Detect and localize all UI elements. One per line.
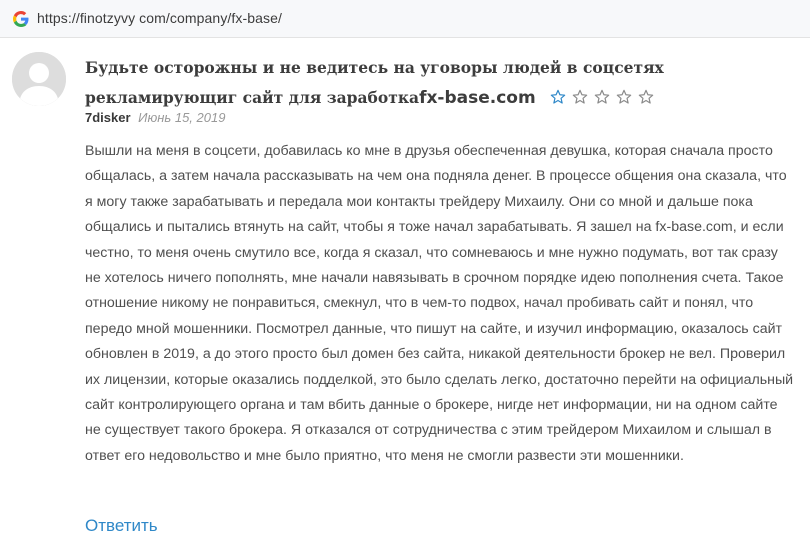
rating-stars <box>550 85 660 115</box>
user-silhouette-icon <box>12 52 66 106</box>
google-icon <box>13 11 29 27</box>
review-date: Июнь 15, 2019 <box>138 110 226 125</box>
star-empty-icon[interactable] <box>616 89 632 105</box>
url-text[interactable]: https://finotzyvy com/company/fx-base/ <box>37 10 282 26</box>
review-title-domain: fx-base.com <box>419 88 536 108</box>
star-filled-icon[interactable] <box>550 89 566 105</box>
review-title: Будьте осторожны и не ведитесь на уговор… <box>85 53 785 115</box>
review-meta: 7disker Июнь 15, 2019 <box>85 110 225 125</box>
star-empty-icon[interactable] <box>594 89 610 105</box>
star-empty-icon[interactable] <box>572 89 588 105</box>
review-author: 7disker <box>85 110 131 125</box>
address-bar[interactable]: https://finotzyvy com/company/fx-base/ <box>0 0 810 38</box>
star-empty-icon[interactable] <box>638 89 654 105</box>
reply-link[interactable]: Ответить <box>85 516 158 536</box>
review-body: Вышли на меня в соцсети, добавилась ко м… <box>85 143 794 464</box>
avatar <box>12 52 66 106</box>
